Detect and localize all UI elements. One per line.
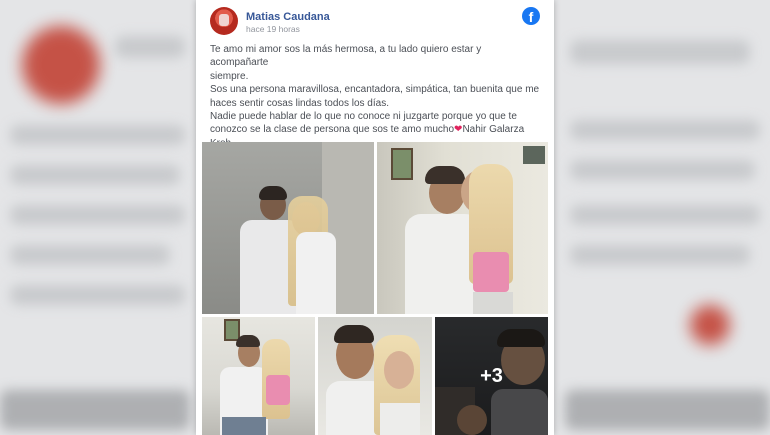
facebook-icon[interactable]: f (522, 7, 540, 25)
post-text-line: Te amo mi amor sos la más hermosa, a tu … (210, 44, 482, 69)
photo-1[interactable] (202, 142, 374, 314)
tagged-person-link[interactable]: Nahir Galarza (462, 124, 524, 135)
more-photos-overlay: +3 (435, 317, 548, 435)
photo-4[interactable] (318, 317, 432, 435)
avatar[interactable] (210, 7, 238, 35)
photo-3[interactable] (202, 317, 315, 435)
post-text-line: siempre. (210, 70, 249, 82)
post-text-segment: conozco se la clase de persona que sos t… (210, 124, 455, 136)
photo-grid: +3 (202, 142, 548, 435)
post-text-line: Sos una persona maravillosa, encantadora… (210, 84, 540, 96)
post-text-line: haces sentir cosas lindas todos los días… (210, 97, 389, 109)
facebook-post-card: Matias Caudana hace 19 horas f Te amo mi… (196, 0, 554, 435)
post-text-line: conozco se la clase de persona que sos t… (210, 123, 540, 136)
post-text: Te amo mi amor sos la más hermosa, a tu … (210, 43, 540, 150)
blurred-avatar (22, 26, 100, 104)
post-header: Matias Caudana hace 19 horas f (196, 0, 554, 40)
post-text-line: Nadie puede hablar de lo que no conoce n… (210, 111, 517, 123)
photo-2[interactable] (377, 142, 548, 314)
more-photos-count: +3 (480, 364, 503, 387)
post-timestamp[interactable]: hace 19 horas (246, 24, 300, 34)
author-name[interactable]: Matias Caudana (246, 11, 330, 23)
photo-5-more[interactable]: +3 (435, 317, 548, 435)
